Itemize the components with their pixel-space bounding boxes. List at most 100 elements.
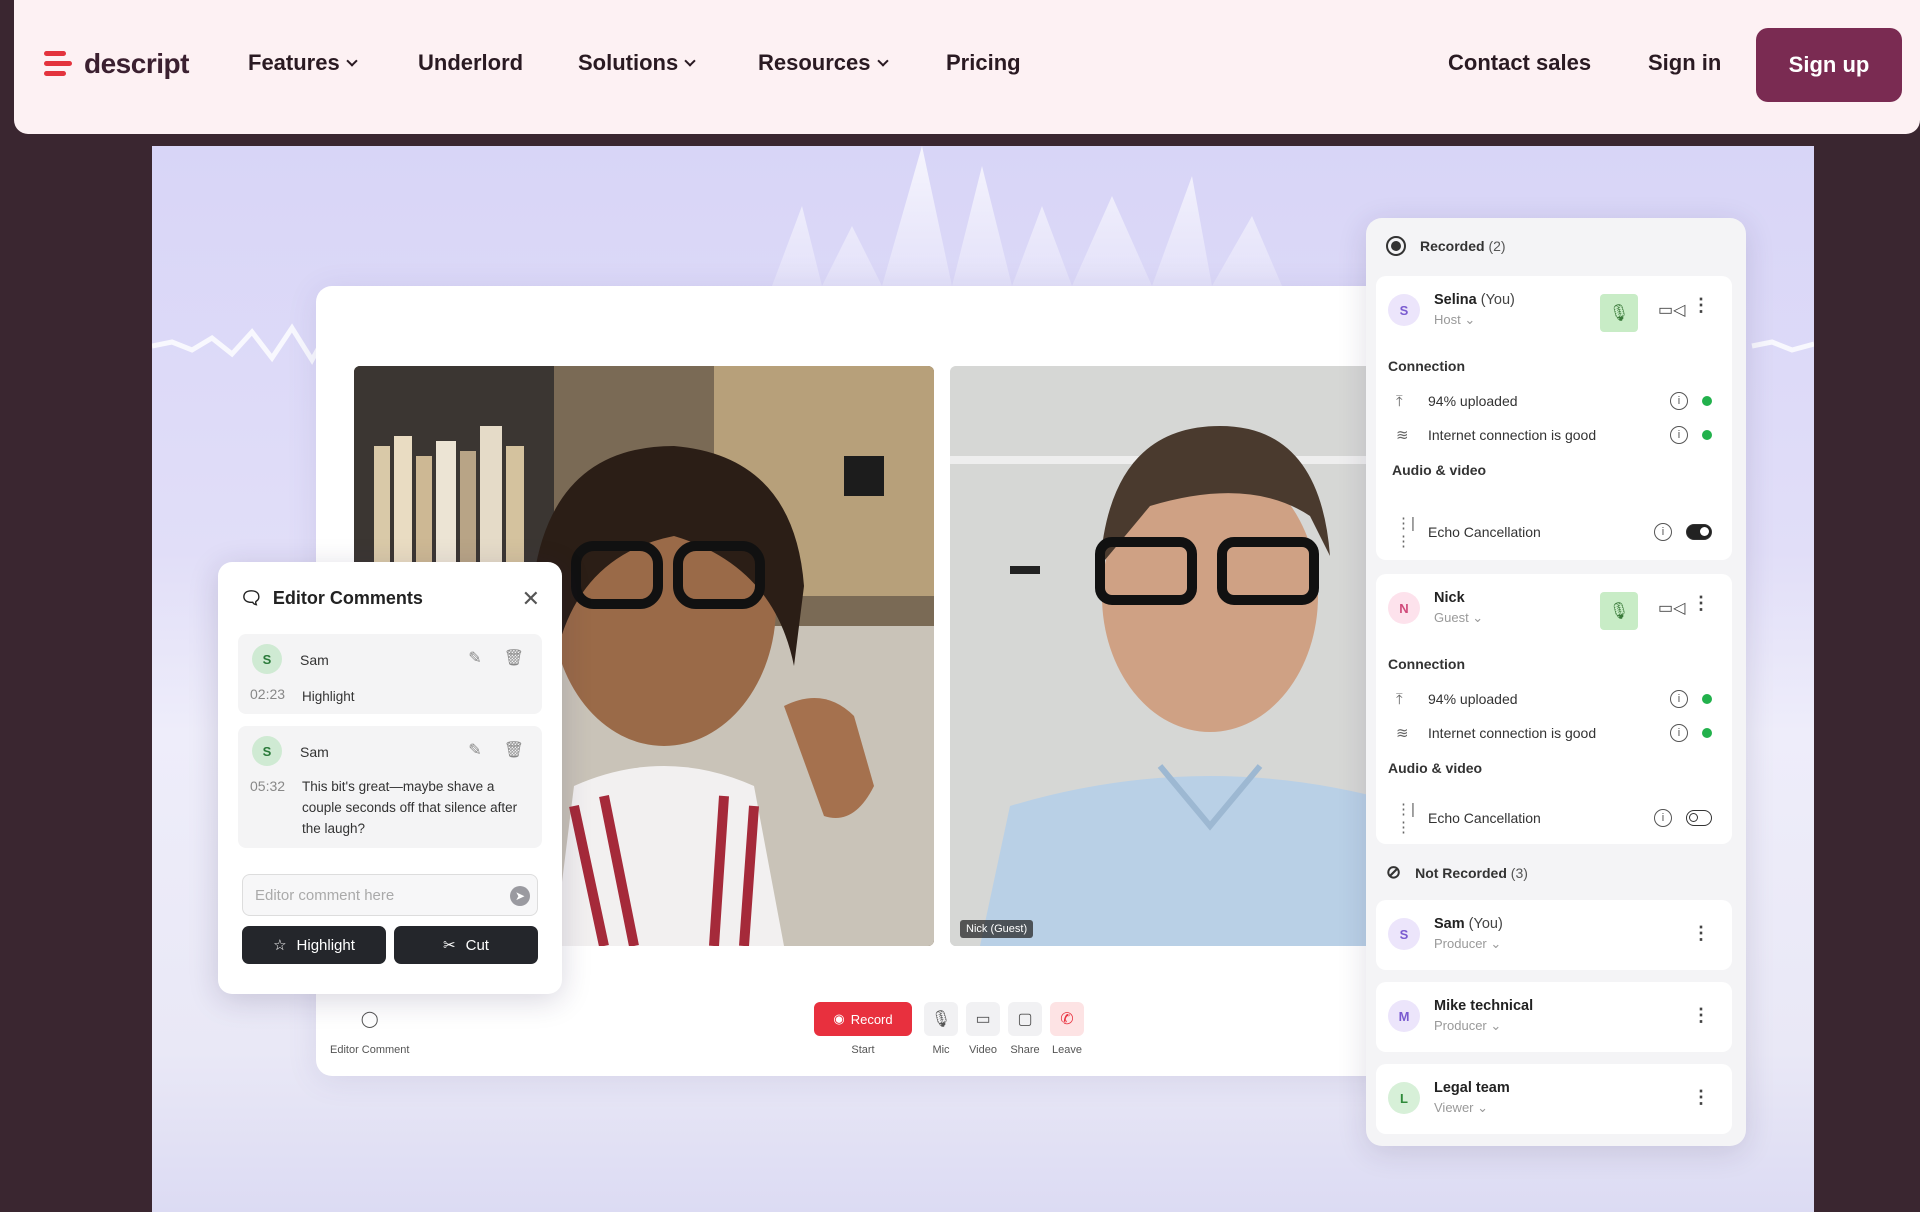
video-button[interactable]: ▭ Video	[966, 1002, 1000, 1056]
participant-name: Legal team	[1434, 1080, 1510, 1096]
send-arrow-icon[interactable]: ➤	[510, 886, 530, 906]
trash-icon[interactable]: 🗑	[504, 648, 524, 668]
not-recorded-section-header: ⊘ Not Recorded (3)	[1386, 862, 1528, 883]
role-dropdown[interactable]: Guest ⌄	[1434, 610, 1483, 626]
upload-status: 94% uploaded	[1428, 691, 1518, 707]
avatar: L	[1388, 1082, 1420, 1114]
video-camera-icon[interactable]: ▭◁	[1658, 598, 1685, 618]
avatar: S	[252, 644, 282, 674]
toolbar-label: Start	[851, 1044, 875, 1056]
record-label: Record	[850, 1011, 893, 1027]
info-icon[interactable]: i	[1670, 392, 1688, 410]
participant-name-tag: Nick (Guest)	[960, 920, 1034, 938]
comment-tools: ✎ 🗑	[468, 648, 524, 668]
role-label: Guest	[1434, 610, 1469, 625]
avatar: S	[1388, 918, 1420, 950]
info-icon[interactable]: i	[1670, 690, 1688, 708]
chevron-down-icon	[346, 55, 358, 67]
role-dropdown[interactable]: Producer ⌄	[1434, 1018, 1501, 1034]
share-button[interactable]: ▢ Share	[1008, 1002, 1042, 1056]
upload-status-row: ⤒ 94% uploaded i	[1396, 690, 1712, 708]
nav-label: Resources	[758, 50, 871, 75]
name-suffix: (You)	[1480, 292, 1515, 308]
more-vertical-icon[interactable]: ⋮	[1692, 924, 1710, 942]
name: Sam	[1434, 916, 1465, 932]
nav-solutions[interactable]: Solutions	[578, 50, 696, 76]
waveform-icon: ⋮|⋮	[1396, 515, 1415, 550]
role-dropdown[interactable]: Viewer ⌄	[1434, 1100, 1488, 1116]
video-camera-icon: ▭	[966, 1002, 1000, 1036]
more-vertical-icon[interactable]: ⋮	[1692, 1088, 1710, 1106]
section-title: Recorded	[1420, 238, 1485, 254]
leave-button[interactable]: ✆ Leave	[1050, 1002, 1084, 1056]
internet-status-row: ≋ Internet connection is good i	[1396, 724, 1712, 742]
comment-card[interactable]: S Sam ✎ 🗑 05:32 This bit's great—maybe sh…	[238, 726, 542, 848]
microphone-icon[interactable]: 🎙	[1600, 592, 1638, 630]
nav-label: Solutions	[578, 50, 679, 75]
wifi-icon: ≋	[1396, 427, 1409, 444]
role-dropdown[interactable]: Producer ⌄	[1434, 936, 1501, 952]
close-icon[interactable]: ✕	[522, 586, 540, 612]
participant-name: Mike technical	[1434, 998, 1534, 1014]
comment-input[interactable]	[242, 874, 538, 916]
record-start-button[interactable]: ◉ Record Start	[814, 1002, 912, 1056]
more-vertical-icon[interactable]: ⋮	[1692, 594, 1710, 612]
more-vertical-icon[interactable]: ⋮	[1692, 296, 1710, 314]
info-icon[interactable]: i	[1670, 426, 1688, 444]
waveform-icon: ⋮|⋮	[1396, 801, 1415, 836]
chevron-down-icon	[876, 55, 889, 67]
internet-status: Internet connection is good	[1428, 725, 1597, 741]
sign-up-button[interactable]: Sign up	[1756, 28, 1902, 102]
info-icon[interactable]: i	[1654, 809, 1672, 827]
nav-underlord[interactable]: Underlord	[418, 50, 523, 76]
toolbar-label: Leave	[1052, 1044, 1082, 1056]
name: Selina	[1434, 292, 1477, 308]
comment-text: Highlight	[302, 689, 355, 704]
avatar: S	[1388, 294, 1420, 326]
role-label: Host	[1434, 312, 1461, 327]
hero-stage: Nick (Guest) ◯ Editor Comment ◉ Record St…	[152, 146, 1814, 1212]
mic-button[interactable]: 🎙 Mic	[924, 1002, 958, 1056]
scissors-icon: ✂	[443, 937, 456, 954]
internet-status: Internet connection is good	[1428, 427, 1597, 443]
record-button[interactable]: ◉ Record	[814, 1002, 912, 1036]
contact-sales-link[interactable]: Contact sales	[1448, 50, 1591, 76]
name-suffix: (You)	[1468, 916, 1503, 932]
call-toolbar: ◯ Editor Comment ◉ Record Start 🎙 Mic ▭ V…	[316, 986, 1456, 1076]
video-camera-icon[interactable]: ▭◁	[1658, 300, 1685, 320]
nav-label: Underlord	[418, 50, 524, 75]
participant-card-legal: L Legal team Viewer ⌄ ⋮	[1376, 1064, 1732, 1134]
status-green-dot	[1702, 694, 1712, 704]
edit-icon[interactable]: ✎	[468, 740, 481, 760]
comment-author: Sam	[300, 652, 329, 668]
role-label: Viewer	[1434, 1100, 1474, 1115]
echo-cancellation-toggle[interactable]	[1686, 810, 1712, 826]
info-icon[interactable]: i	[1670, 724, 1688, 742]
comment-timestamp[interactable]: 02:23	[250, 686, 285, 702]
editor-comment-button[interactable]: ◯ Editor Comment	[330, 1002, 409, 1056]
microphone-icon: 🎙	[924, 1002, 958, 1036]
internet-status-row: ≋ Internet connection is good i	[1396, 426, 1712, 444]
participants-panel: Recorded (2) S Selina (You) Host ⌄ 🎙 ▭◁ …	[1366, 218, 1746, 1146]
echo-label: Echo Cancellation	[1428, 810, 1541, 826]
microphone-icon[interactable]: 🎙	[1600, 294, 1638, 332]
echo-cancellation-row: ⋮|⋮ Echo Cancellation i	[1396, 514, 1712, 550]
sign-in-link[interactable]: Sign in	[1648, 50, 1721, 76]
more-vertical-icon[interactable]: ⋮	[1692, 1006, 1710, 1024]
nav-pricing[interactable]: Pricing	[946, 50, 1021, 76]
participant-name: Nick	[1434, 590, 1465, 606]
cut-button[interactable]: ✂ Cut	[394, 926, 538, 964]
brand-logo[interactable]: descript	[44, 48, 189, 80]
highlight-button[interactable]: ☆ Highlight	[242, 926, 386, 964]
comment-card[interactable]: S Sam ✎ 🗑 02:23 Highlight	[238, 634, 542, 714]
nav-resources[interactable]: Resources	[758, 50, 889, 76]
editor-comments-panel: 🗨 Editor Comments ✕ S Sam ✎ 🗑 02:23 Highl…	[218, 562, 562, 994]
comment-timestamp[interactable]: 05:32	[250, 778, 285, 794]
nav-features[interactable]: Features	[248, 50, 358, 76]
echo-cancellation-toggle[interactable]	[1686, 524, 1712, 540]
info-icon[interactable]: i	[1654, 523, 1672, 541]
status-green-dot	[1702, 728, 1712, 738]
trash-icon[interactable]: 🗑	[504, 740, 524, 760]
role-dropdown[interactable]: Host ⌄	[1434, 312, 1475, 328]
edit-icon[interactable]: ✎	[468, 648, 481, 668]
